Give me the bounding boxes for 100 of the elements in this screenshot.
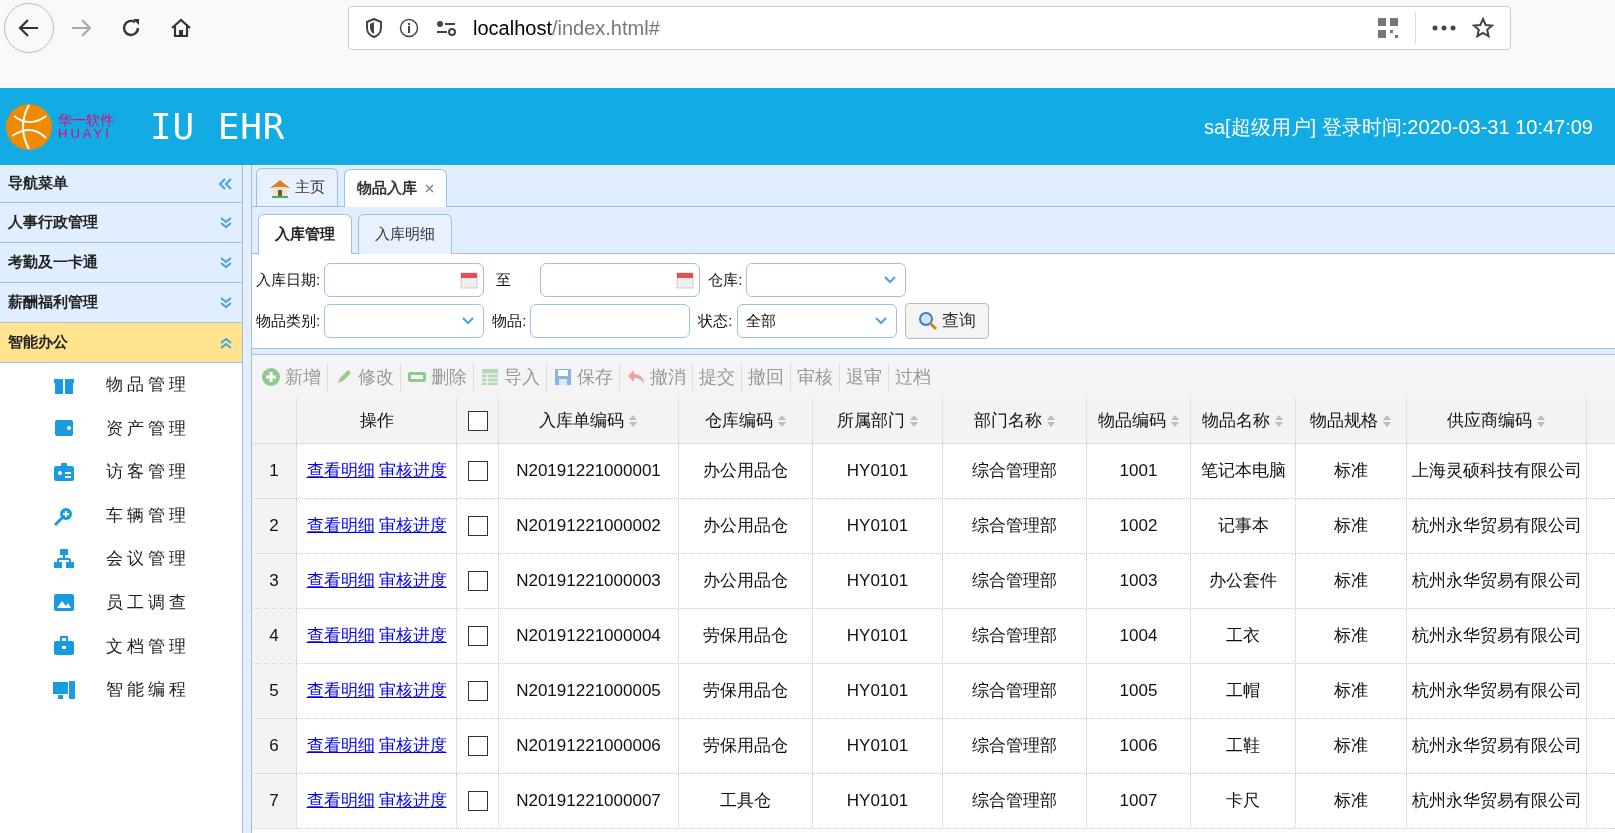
accordion-header[interactable]: 人事行政管理	[0, 203, 242, 243]
table-cell-text: 工帽	[1226, 680, 1260, 702]
sort-icon[interactable]	[908, 414, 919, 428]
collapse-icon[interactable]	[216, 175, 234, 192]
star-icon[interactable]	[1472, 16, 1494, 39]
sort-icon[interactable]	[1274, 414, 1284, 428]
table-cell-text: 杭州永华贸易有限公司	[1411, 515, 1582, 537]
table-cell-text: 办公用品仓	[703, 460, 788, 482]
menu-item[interactable]: 物品管理	[106, 372, 190, 398]
menu-item[interactable]: 会议管理	[106, 546, 190, 572]
chevron-down-icon[interactable]	[218, 294, 234, 311]
accordion-header[interactable]: 考勤及一卡通	[0, 243, 242, 283]
sort-icon[interactable]	[1382, 414, 1392, 428]
link[interactable]: 审核进度	[378, 678, 447, 704]
menu-item[interactable]: 员工调查	[106, 590, 190, 616]
calendar-icon[interactable]	[459, 270, 480, 290]
row-number: 5	[269, 680, 279, 703]
menu-item[interactable]: 文档管理	[106, 633, 190, 660]
select-field[interactable]: 全部	[736, 304, 897, 338]
column-header[interactable]: 供应商编码	[1447, 408, 1532, 434]
link[interactable]: 审核进度	[378, 568, 447, 594]
sort-icon[interactable]	[1045, 414, 1056, 428]
checkbox[interactable]	[467, 571, 488, 591]
table-cell-text: 1002	[1119, 515, 1158, 537]
chevron-down-icon[interactable]	[218, 254, 234, 271]
menu-item[interactable]: 车辆管理	[106, 502, 190, 529]
sort-icon[interactable]	[628, 414, 638, 428]
menu-item[interactable]: 访客管理	[106, 459, 190, 485]
table-cell-text: 杭州永华贸易有限公司	[1411, 570, 1582, 592]
menu-item[interactable]: 智能编程	[106, 677, 190, 703]
close-icon[interactable]	[425, 184, 434, 193]
plus-icon	[261, 367, 281, 387]
accordion-header[interactable]: 智能办公	[0, 323, 242, 363]
tab[interactable]: 主页	[256, 168, 338, 206]
link[interactable]: 审核进度	[378, 733, 447, 759]
sort-icon[interactable]	[776, 414, 787, 428]
logo-ball-icon	[4, 101, 54, 152]
field-label: 入库日期:	[256, 269, 321, 290]
menu-item[interactable]: 资产管理	[106, 415, 190, 442]
checkbox[interactable]	[467, 516, 488, 536]
subtab[interactable]: 入库明细	[358, 214, 452, 254]
checkbox[interactable]	[467, 791, 488, 811]
accordion-header[interactable]: 薪酬福利管理	[0, 283, 242, 323]
table-cell-text: 标准	[1334, 515, 1368, 537]
checkbox[interactable]	[467, 681, 488, 701]
link[interactable]: 查看明细	[306, 623, 375, 649]
column-header[interactable]: 入库单编码	[539, 408, 624, 434]
search-button[interactable]: 查询	[904, 303, 989, 339]
back-arrow-icon	[18, 16, 40, 39]
url-text[interactable]: localhost/index.html#	[473, 12, 660, 43]
sort-icon[interactable]	[1536, 414, 1546, 428]
link[interactable]: 查看明细	[306, 568, 375, 594]
link[interactable]: 审核进度	[378, 458, 447, 484]
link[interactable]: 审核进度	[378, 788, 447, 814]
tab[interactable]: 物品入库	[344, 169, 447, 207]
column-header[interactable]: 物品规格	[1310, 408, 1378, 434]
forward-arrow-icon[interactable]	[70, 16, 92, 39]
checkbox[interactable]	[467, 461, 488, 481]
link[interactable]: 查看明细	[306, 678, 375, 704]
dropdown-caret-icon[interactable]	[461, 316, 476, 326]
reload-icon[interactable]	[120, 16, 142, 39]
table-cell-text: 劳保用品仓	[703, 625, 788, 647]
link[interactable]: 查看明细	[306, 788, 375, 814]
table-cell-text: HY0101	[846, 460, 909, 482]
link[interactable]: 审核进度	[378, 513, 447, 539]
checkbox[interactable]	[467, 626, 488, 646]
link[interactable]: 审核进度	[378, 623, 447, 649]
info-icon[interactable]	[399, 17, 419, 38]
field-label: 至	[496, 269, 513, 290]
chevron-down-icon[interactable]	[218, 214, 234, 231]
column-header[interactable]: 所属部门	[836, 408, 905, 434]
column-header[interactable]: 部门名称	[973, 408, 1042, 434]
field-label: 状态:	[698, 310, 733, 331]
address-bar[interactable]: localhost/index.html#	[348, 5, 1511, 50]
table-cell-text: HY0101	[846, 625, 909, 647]
checkbox[interactable]	[467, 736, 488, 756]
table-cell-text: 办公用品仓	[703, 515, 788, 537]
home-icon[interactable]	[170, 16, 192, 39]
dropdown-caret-icon[interactable]	[883, 275, 898, 285]
column-header[interactable]: 物品名称	[1202, 408, 1270, 434]
link[interactable]: 查看明细	[306, 513, 375, 539]
dropdown-caret-icon[interactable]	[873, 316, 888, 326]
select-field[interactable]	[746, 263, 907, 297]
table-cell-text: 标准	[1334, 790, 1368, 812]
column-header[interactable]: 物品编码	[1097, 408, 1166, 434]
link[interactable]: 查看明细	[306, 733, 375, 759]
calendar-icon[interactable]	[675, 270, 696, 290]
column-header[interactable]: 仓库编码	[704, 408, 773, 434]
shield-icon[interactable]	[365, 17, 383, 38]
more-icon[interactable]	[1432, 24, 1456, 31]
select-field[interactable]	[324, 304, 485, 338]
table-cell-text: 标准	[1334, 570, 1368, 592]
date-field[interactable]	[324, 263, 485, 297]
input-field[interactable]	[530, 304, 691, 338]
sort-icon[interactable]	[1169, 414, 1180, 428]
checkbox[interactable]	[467, 411, 488, 431]
qr-code-icon[interactable]	[1377, 16, 1399, 39]
subtab[interactable]: 入库管理	[258, 214, 352, 254]
link[interactable]: 查看明细	[306, 458, 375, 484]
date-field[interactable]	[540, 263, 701, 297]
